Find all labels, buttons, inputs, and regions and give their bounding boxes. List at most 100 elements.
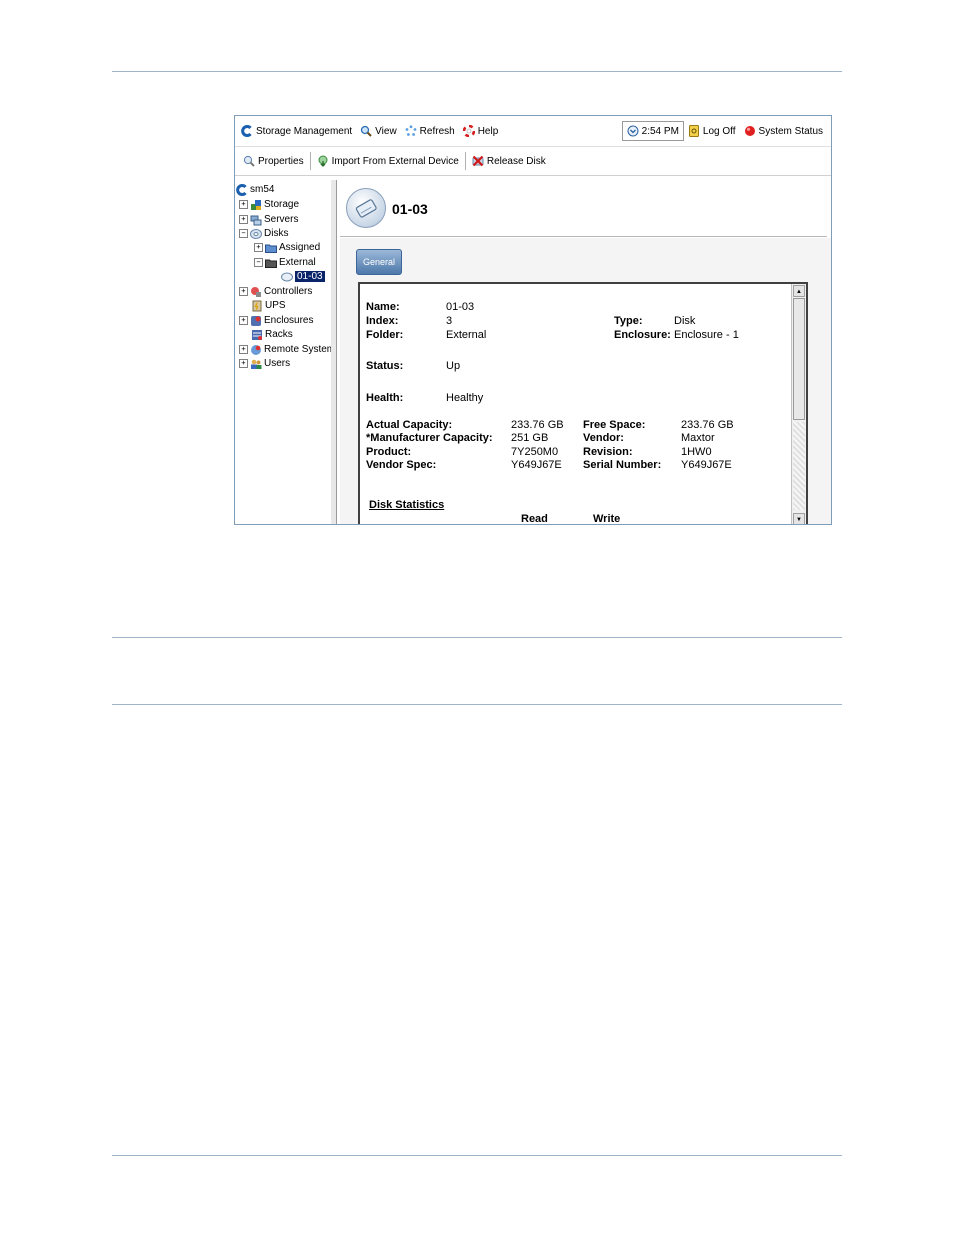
vendor-spec-value: Y649J67E xyxy=(511,459,562,471)
log-off-button[interactable]: Log Off xyxy=(684,125,740,137)
detail-pane: 01-03 General Name: 01-03 Index: 3 Folde… xyxy=(340,180,831,524)
tree-item-label: Racks xyxy=(265,329,293,340)
tree-item-remote-systems[interactable]: + Remote Systems xyxy=(239,343,336,356)
tree-item-servers[interactable]: + Servers xyxy=(239,213,298,226)
vendor-spec-label: Vendor Spec: xyxy=(366,459,437,471)
revision-value: 1HW0 xyxy=(681,446,712,458)
tree-item-enclosures[interactable]: + Enclosures xyxy=(239,314,313,327)
product-value: 7Y250M0 xyxy=(511,446,559,458)
scroll-up-icon[interactable]: ▲ xyxy=(793,285,805,297)
collapse-icon[interactable]: − xyxy=(239,229,248,238)
help-button[interactable]: Help xyxy=(459,124,503,138)
servers-icon xyxy=(250,214,262,226)
tree-item-label: UPS xyxy=(265,300,286,311)
expand-icon[interactable]: + xyxy=(239,287,248,296)
tree-item-label: Storage xyxy=(264,199,300,210)
collapse-icon[interactable]: − xyxy=(254,258,263,267)
expand-icon[interactable]: + xyxy=(254,243,263,252)
racks-icon xyxy=(251,329,263,341)
type-label: Type: xyxy=(614,315,643,327)
scroll-track[interactable] xyxy=(793,422,805,510)
tree-item-racks[interactable]: Racks xyxy=(251,328,293,341)
health-value: Healthy xyxy=(446,392,484,404)
tree-scrollbar[interactable] xyxy=(331,180,336,524)
release-disk-button[interactable]: Release Disk xyxy=(468,155,550,167)
properties-button[interactable]: Properties xyxy=(239,155,308,167)
remote-systems-icon xyxy=(250,344,262,356)
actual-capacity-value: 233.76 GB xyxy=(511,419,564,431)
tree-item-label: External xyxy=(279,257,316,268)
properties-panel: Name: 01-03 Index: 3 Folder: External Ty… xyxy=(358,282,808,525)
app-logo-icon xyxy=(236,183,248,196)
refresh-label: Refresh xyxy=(419,125,455,137)
clock-time: 2:54 PM xyxy=(641,125,679,137)
folder-icon xyxy=(265,257,277,269)
tree-item-controllers[interactable]: + Controllers xyxy=(239,285,312,298)
import-icon xyxy=(317,155,329,167)
index-value: 3 xyxy=(446,315,453,327)
health-label: Health: xyxy=(366,392,404,404)
scroll-down-icon[interactable]: ▼ xyxy=(793,513,805,524)
scroll-thumb[interactable] xyxy=(793,298,805,420)
disk-icon xyxy=(281,271,293,283)
top-rule xyxy=(112,71,842,72)
serial-number-value: Y649J67E xyxy=(681,459,732,471)
tree-item-users[interactable]: + Users xyxy=(239,357,290,370)
storage-management-button[interactable]: Storage Management xyxy=(237,125,356,137)
tree-item-storage[interactable]: + Storage xyxy=(239,198,299,211)
tree-item-label: Assigned xyxy=(279,242,321,253)
ups-icon xyxy=(251,300,263,312)
vendor-value: Maxtor xyxy=(681,432,715,444)
revision-label: Revision: xyxy=(583,446,633,458)
type-value: Disk xyxy=(674,315,696,327)
tree-item-disk-01-03[interactable]: 01-03 xyxy=(281,270,325,283)
tab-general[interactable]: General xyxy=(356,249,402,275)
tree-item-label: Controllers xyxy=(264,286,313,297)
tree-item-assigned[interactable]: + Assigned xyxy=(254,241,320,254)
name-label: Name: xyxy=(366,301,400,313)
free-space-value: 233.76 GB xyxy=(681,419,734,431)
expand-icon[interactable]: + xyxy=(239,200,248,209)
view-label: View xyxy=(375,125,397,137)
navigation-tree: sm54 + Storage + Servers − Disks + Assig… xyxy=(235,180,337,524)
disk-statistics-heading: Disk Statistics xyxy=(369,499,445,511)
expand-icon[interactable]: + xyxy=(239,359,248,368)
actual-capacity-label: Actual Capacity: xyxy=(366,419,453,431)
tree-item-external[interactable]: − External xyxy=(254,256,316,269)
tree-item-disks[interactable]: − Disks xyxy=(239,227,288,240)
status-red-icon xyxy=(744,125,756,137)
toolbar-separator xyxy=(309,152,311,170)
expand-icon[interactable]: + xyxy=(239,316,248,325)
app-logo-icon xyxy=(241,125,253,137)
storage-icon xyxy=(250,199,262,211)
details-scrollbar[interactable]: ▲ ▼ xyxy=(791,284,806,524)
status-value: Up xyxy=(446,360,461,372)
refresh-button[interactable]: Refresh xyxy=(401,125,459,137)
enclosure-value: Enclosure - 1 xyxy=(674,329,739,341)
note-rule-top xyxy=(112,637,842,638)
name-value: 01-03 xyxy=(446,301,475,313)
read-column-header: Read xyxy=(521,513,548,525)
import-external-button[interactable]: Import From External Device xyxy=(313,155,463,167)
footer-rule xyxy=(112,1155,842,1156)
log-off-icon xyxy=(688,125,700,137)
detail-header: 01-03 xyxy=(340,180,827,237)
disks-icon xyxy=(250,228,262,240)
folder-icon xyxy=(265,242,277,254)
properties-label: Properties xyxy=(258,155,304,167)
serial-number-label: Serial Number: xyxy=(583,459,662,471)
tree-item-root[interactable]: sm54 xyxy=(236,183,274,196)
view-button[interactable]: View xyxy=(356,125,401,137)
clock-display[interactable]: 2:54 PM xyxy=(621,121,684,141)
users-icon xyxy=(250,358,262,370)
storage-manager-window: Storage Management View Refresh Help 2:5… xyxy=(234,115,832,525)
expand-icon[interactable]: + xyxy=(239,215,248,224)
system-status-button[interactable]: System Status xyxy=(740,125,827,137)
enclosure-label: Enclosure: xyxy=(614,329,671,341)
detail-content: General Name: 01-03 Index: 3 Folder: Ext… xyxy=(340,238,831,524)
properties-icon xyxy=(243,155,255,167)
log-off-label: Log Off xyxy=(702,125,736,137)
expand-icon[interactable]: + xyxy=(239,345,248,354)
refresh-icon xyxy=(405,125,417,137)
tree-item-ups[interactable]: UPS xyxy=(251,299,286,312)
